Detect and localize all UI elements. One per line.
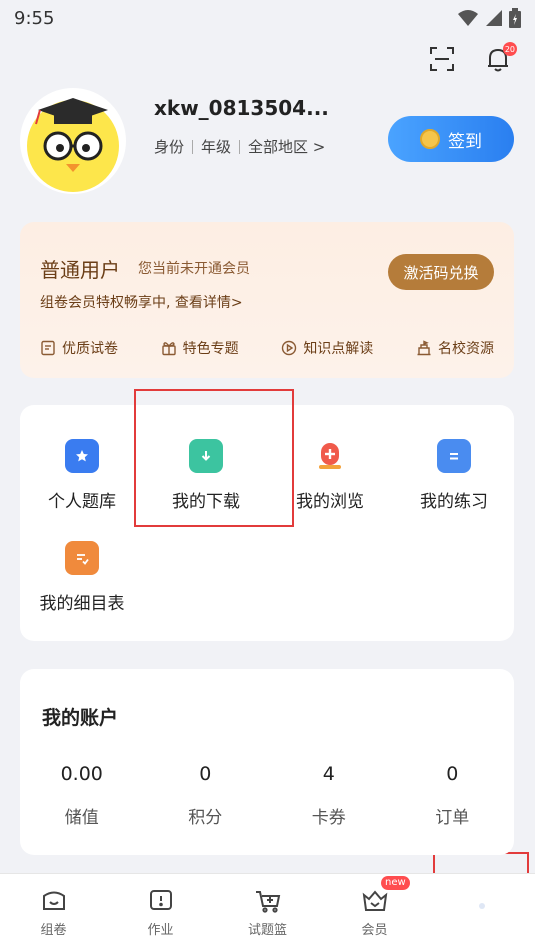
- checklist-icon: [65, 541, 99, 575]
- divider: [192, 139, 194, 154]
- vip-basket-icon: [362, 890, 387, 911]
- checkin-label: 签到: [448, 131, 482, 152]
- new-badge: new: [381, 876, 410, 890]
- tab-label: 组卷: [40, 923, 67, 938]
- tab-label: 会员: [361, 923, 388, 938]
- smile-icon: [42, 891, 65, 910]
- avatar[interactable]: [20, 88, 126, 194]
- perk-label: 特色专题: [182, 341, 239, 357]
- checkin-button[interactable]: 签到: [388, 116, 514, 162]
- play-icon: [282, 340, 297, 356]
- identity-link[interactable]: 身份: [154, 136, 184, 157]
- tool-label: 我的细目表: [39, 594, 125, 614]
- star-folder-icon: [65, 439, 99, 473]
- tab-mine[interactable]: [428, 874, 535, 951]
- member-perks: 优质试卷 特色专题 知识点解读 名校资源: [40, 338, 494, 358]
- header-actions: 20: [427, 42, 517, 74]
- notification-badge: 20: [502, 42, 517, 56]
- region-link[interactable]: 全部地区 >: [248, 136, 325, 157]
- tab-label: 作业: [147, 923, 174, 938]
- status-bar: 9:55: [0, 0, 535, 36]
- stat-coupons[interactable]: 4 卡券: [267, 763, 391, 828]
- scan-button[interactable]: [427, 44, 457, 74]
- member-description-link[interactable]: 组卷会员特权畅享中, 查看详情>: [40, 292, 243, 312]
- account-title: 我的账户: [42, 707, 119, 729]
- gift-icon: [161, 342, 176, 356]
- tool-label: 我的练习: [420, 492, 488, 512]
- stat-value: 4: [322, 763, 335, 785]
- tool-personal-question-bank[interactable]: 个人题库: [20, 439, 144, 512]
- cellular-signal-icon: [486, 10, 502, 26]
- profile-icon: [478, 902, 485, 909]
- battery-icon: [509, 8, 521, 28]
- highlight-box: [134, 389, 294, 527]
- status-icons: [457, 8, 521, 28]
- wifi-icon: [458, 10, 478, 26]
- tab-compose-paper[interactable]: 组卷: [0, 874, 107, 951]
- grade-link[interactable]: 年级: [201, 136, 231, 157]
- status-time: 9:55: [14, 7, 55, 29]
- tab-question-basket[interactable]: 试题篮: [214, 874, 321, 951]
- stat-balance[interactable]: 0.00 储值: [20, 763, 144, 828]
- username: xkw_0813504...: [154, 96, 329, 120]
- tool-my-practice[interactable]: 我的练习: [392, 439, 516, 512]
- stat-orders[interactable]: 0 订单: [391, 763, 515, 828]
- perk-label: 优质试卷: [62, 341, 118, 357]
- perk-label: 知识点解读: [303, 341, 374, 357]
- account-stats: 0.00 储值 0 积分 4 卡券 0 订单: [20, 763, 514, 828]
- scan-icon: [430, 47, 454, 71]
- tab-label: 试题篮: [247, 923, 287, 938]
- perk-label: 名校资源: [437, 341, 494, 357]
- tool-label: 个人题库: [48, 492, 116, 512]
- tool-label: 我的浏览: [296, 492, 364, 512]
- stat-label: 卡券: [311, 808, 346, 828]
- membership-card[interactable]: 普通用户 您当前未开通会员 组卷会员特权畅享中, 查看详情> 激活码兑换 优质试…: [20, 222, 514, 378]
- user-meta: 身份 年级 全部地区 >: [154, 136, 325, 157]
- tab-membership[interactable]: new 会员: [321, 874, 428, 951]
- redeem-code-button[interactable]: 激活码兑换: [388, 254, 494, 290]
- list-icon: [437, 439, 471, 473]
- stat-label: 积分: [188, 808, 223, 828]
- coin-icon: [420, 129, 440, 149]
- stat-value: 0: [446, 763, 459, 785]
- tool-my-specification-table[interactable]: 我的细目表: [20, 541, 144, 614]
- member-status: 您当前未开通会员: [138, 261, 250, 277]
- member-level: 普通用户: [40, 258, 120, 282]
- document-icon: [41, 340, 55, 356]
- account-card: 我的账户 0.00 储值 0 积分 4 卡券 0 订单: [20, 669, 514, 855]
- perk-item[interactable]: 优质试卷: [40, 338, 118, 358]
- cart-icon: [255, 891, 280, 913]
- divider: [239, 139, 241, 154]
- perk-item[interactable]: 名校资源: [416, 338, 494, 358]
- stat-points[interactable]: 0 积分: [144, 763, 268, 828]
- perk-item[interactable]: 知识点解读: [281, 338, 373, 358]
- stat-value: 0: [199, 763, 212, 785]
- notification-button[interactable]: 20: [483, 42, 517, 74]
- avatar-chick-image: [27, 98, 119, 192]
- tab-bar: 组卷 作业 试题篮 new 会员: [0, 873, 535, 951]
- perk-item[interactable]: 特色专题: [161, 338, 239, 358]
- tab-homework[interactable]: 作业: [107, 874, 214, 951]
- homework-icon: [149, 890, 172, 910]
- stat-label: 储值: [64, 808, 99, 828]
- stat-value: 0.00: [60, 763, 103, 785]
- school-icon: [417, 340, 431, 356]
- history-icon: [313, 439, 347, 473]
- stat-label: 订单: [435, 808, 470, 828]
